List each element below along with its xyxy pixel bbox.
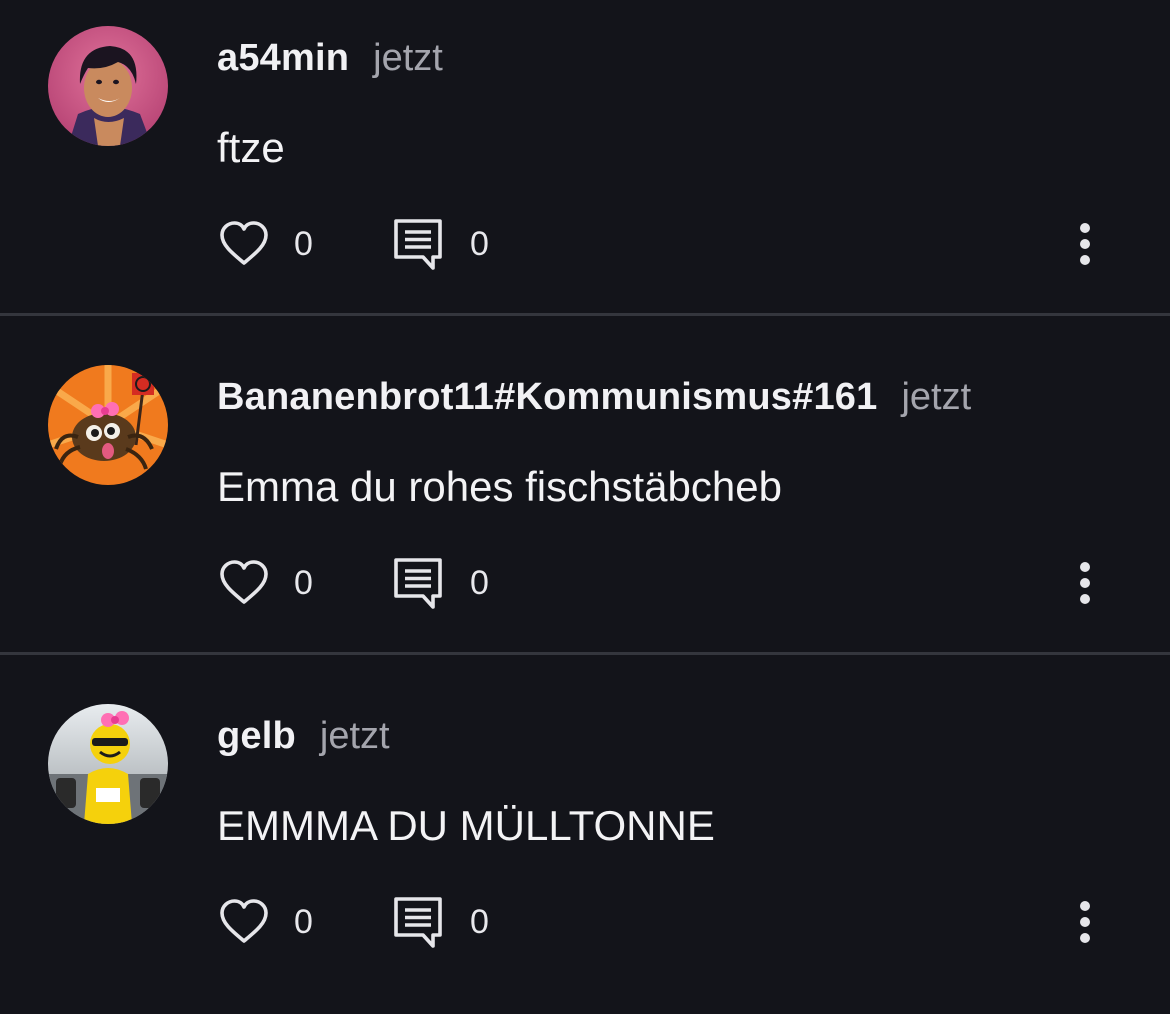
comment-button[interactable]: 0 bbox=[392, 555, 489, 611]
comment-text: EMMMA DU MÜLLTONNE bbox=[217, 802, 715, 849]
comment-icon bbox=[394, 897, 442, 948]
comment-icon bbox=[394, 558, 442, 609]
username[interactable]: Bananenbrot11#Kommunismus#161 bbox=[217, 376, 877, 419]
comment-icon bbox=[394, 219, 442, 270]
comment-count: 0 bbox=[470, 902, 489, 941]
heart-icon bbox=[220, 221, 268, 265]
race-car-avatar-image bbox=[48, 704, 168, 824]
like-count: 0 bbox=[294, 902, 313, 941]
username[interactable]: gelb bbox=[217, 715, 296, 758]
like-count: 0 bbox=[294, 563, 313, 602]
username[interactable]: a54min bbox=[217, 37, 349, 80]
action-bar: 0 0 bbox=[0, 216, 1170, 272]
comment-count: 0 bbox=[470, 224, 489, 263]
like-count: 0 bbox=[294, 224, 313, 263]
more-options-button[interactable] bbox=[1068, 896, 1102, 948]
comment-feed: a54min jetzt ftze 0 0 Bananenbrot11#Komm… bbox=[0, 0, 1170, 987]
more-vertical-icon bbox=[1080, 562, 1090, 604]
avatar[interactable] bbox=[48, 704, 168, 824]
comment-post: gelb jetzt EMMMA DU MÜLLTONNE 0 0 bbox=[0, 678, 1170, 1014]
timestamp: jetzt bbox=[373, 36, 443, 79]
avatar[interactable] bbox=[48, 26, 168, 146]
action-bar: 0 0 bbox=[0, 555, 1170, 611]
comment-text: Emma du rohes fischstäbcheb bbox=[217, 463, 782, 510]
more-options-button[interactable] bbox=[1068, 218, 1102, 270]
comment-header: Bananenbrot11#Kommunismus#161 jetzt bbox=[217, 375, 971, 419]
avatar[interactable] bbox=[48, 365, 168, 485]
more-options-button[interactable] bbox=[1068, 557, 1102, 609]
more-vertical-icon bbox=[1080, 901, 1090, 943]
like-button[interactable]: 0 bbox=[218, 555, 313, 611]
like-button[interactable]: 0 bbox=[218, 216, 313, 272]
divider bbox=[0, 313, 1170, 316]
divider bbox=[0, 652, 1170, 655]
timestamp: jetzt bbox=[901, 375, 972, 418]
comment-post: Bananenbrot11#Kommunismus#161 jetzt Emma… bbox=[0, 339, 1170, 675]
comment-post: a54min jetzt ftze 0 0 bbox=[0, 0, 1170, 336]
action-bar: 0 0 bbox=[0, 894, 1170, 950]
spider-avatar-image bbox=[48, 365, 168, 485]
comment-button[interactable]: 0 bbox=[392, 216, 489, 272]
comment-count: 0 bbox=[470, 563, 489, 602]
aladdin-avatar-image bbox=[48, 26, 168, 146]
timestamp: jetzt bbox=[319, 714, 390, 757]
heart-icon bbox=[220, 899, 268, 943]
like-button[interactable]: 0 bbox=[218, 894, 313, 950]
more-vertical-icon bbox=[1080, 223, 1090, 265]
comment-button[interactable]: 0 bbox=[392, 894, 489, 950]
heart-icon bbox=[220, 560, 268, 604]
comment-text: ftze bbox=[217, 124, 285, 171]
comment-header: gelb jetzt bbox=[217, 714, 390, 758]
comment-header: a54min jetzt bbox=[217, 36, 443, 80]
